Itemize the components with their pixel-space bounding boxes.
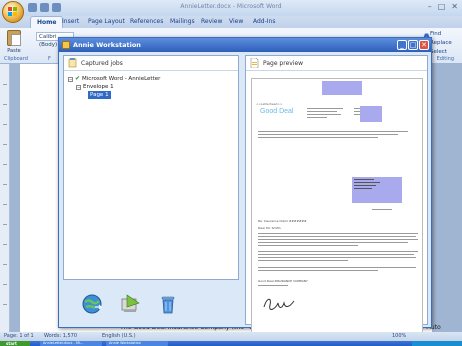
preview-company-logo: Good Deal	[260, 108, 294, 115]
preview-date-line	[372, 209, 402, 212]
system-tray	[412, 341, 462, 346]
minimize-icon[interactable]: –	[428, 2, 432, 11]
taskbar-item-word[interactable]: AnnieLetter.docx - Mi...	[40, 341, 102, 346]
editing-group-label: Editing	[436, 56, 454, 62]
taskbar-item-annie[interactable]: Annie Workstation	[106, 341, 168, 346]
zoom-level[interactable]: 100%	[392, 333, 406, 339]
status-bar: Page: 1 of 1 Words: 1,570 English (U.S.)…	[0, 332, 462, 341]
preview-body-para-2	[258, 251, 418, 263]
tab-view[interactable]: View	[229, 18, 243, 25]
action-toolbar	[63, 284, 239, 324]
print-mail-icon[interactable]	[119, 293, 141, 315]
close-icon[interactable]: ✕	[451, 2, 458, 11]
tab-mailings[interactable]: Mailings	[170, 18, 195, 25]
tree-item-envelope[interactable]: − Envelope 1	[68, 83, 160, 91]
tree-item-envelope-label: Envelope 1	[83, 84, 114, 90]
app-icon	[62, 41, 70, 49]
page-preview-image: <<Letterhead>> Good Deal Re: Insurance C…	[251, 78, 423, 333]
maximize-icon[interactable]: □	[438, 2, 446, 11]
preview-recipient-lines	[354, 179, 394, 191]
preview-address-lines	[307, 108, 347, 120]
preview-intro-lines	[258, 131, 408, 140]
captured-jobs-pane: Captured jobs − ✔ Microsoft Word - Annie…	[63, 55, 239, 280]
annie-workstation-dialog: Annie Workstation _ □ ✕ Captured jobs − …	[58, 37, 432, 333]
editing-group: Find Replace Select	[430, 30, 460, 57]
office-button[interactable]	[2, 1, 24, 23]
tree-item-root[interactable]: − ✔ Microsoft Word - AnnieLetter	[68, 75, 160, 83]
trash-icon[interactable]	[157, 293, 179, 315]
preview-purple-stamp	[360, 106, 382, 122]
check-icon: ✔	[75, 75, 81, 82]
window-title: AnnieLetter.docx - Microsoft Word	[180, 3, 282, 10]
globe-send-icon[interactable]	[81, 293, 103, 315]
tree-item-page[interactable]: Page 1	[68, 91, 160, 99]
captured-jobs-header: Captured jobs	[64, 56, 238, 71]
word-count[interactable]: Words: 1,570	[44, 333, 77, 339]
start-button[interactable]: start	[0, 341, 30, 346]
dialog-close-icon[interactable]: ✕	[419, 40, 429, 50]
preview-body-para-3	[258, 267, 418, 273]
font-group-label: F	[48, 56, 51, 62]
office-logo-icon	[8, 7, 17, 16]
page-count[interactable]: Page: 1 of 1	[4, 333, 34, 339]
captured-jobs-icon	[68, 58, 77, 68]
collapse-icon[interactable]: −	[76, 84, 81, 90]
tab-review[interactable]: Review	[201, 18, 222, 25]
preview-body-para-1	[258, 233, 418, 248]
window-controls: – □ ✕	[428, 2, 458, 11]
paste-button[interactable]: Paste	[4, 30, 24, 58]
word-title-bar: AnnieLetter.docx - Microsoft Word – □ ✕	[0, 0, 462, 16]
preview-re-line: Re: Insurance Claim #######	[258, 219, 307, 223]
tree-item-root-label: Microsoft Word - AnnieLetter	[82, 76, 161, 82]
job-tree: − ✔ Microsoft Word - AnnieLetter − Envel…	[68, 75, 160, 99]
dialog-title: Annie Workstation	[73, 41, 141, 49]
tab-page-layout[interactable]: Page Layout	[88, 18, 125, 25]
tab-insert[interactable]: Insert	[62, 18, 79, 25]
replace-button[interactable]: Replace	[430, 39, 460, 48]
tree-item-page-label: Page 1	[88, 91, 111, 99]
find-button[interactable]: Find	[430, 30, 460, 39]
captured-jobs-label: Captured jobs	[81, 59, 123, 67]
language[interactable]: English (U.S.)	[102, 333, 136, 339]
dialog-minimize-icon[interactable]: _	[397, 40, 407, 50]
preview-closing-line	[258, 285, 298, 288]
paste-label: Paste	[7, 48, 21, 54]
clipboard-group-label: Clipboard	[4, 56, 28, 62]
dialog-window-controls: _ □ ✕	[397, 40, 429, 50]
preview-salutation: Dear Mr. Smith:	[258, 226, 282, 230]
dialog-maximize-icon[interactable]: □	[408, 40, 418, 50]
windows-taskbar: start AnnieLetter.docx - Mi... Annie Wor…	[0, 341, 462, 346]
ribbon-tabs: Home Insert Page Layout References Maili…	[0, 16, 462, 29]
tab-add-ins[interactable]: Add-Ins	[253, 18, 275, 25]
page-preview-icon	[250, 58, 259, 68]
tab-references[interactable]: References	[130, 18, 163, 25]
vertical-ruler	[0, 64, 10, 332]
clipboard-icon	[7, 30, 21, 46]
signature-image	[263, 298, 295, 310]
collapse-icon[interactable]: −	[68, 76, 73, 82]
dialog-title-bar[interactable]: Annie Workstation _ □ ✕	[59, 38, 431, 52]
preview-closing: Good Deal INSURANCE COMPANY	[258, 279, 308, 283]
page-preview-header: Page preview	[246, 56, 427, 71]
page-preview-label: Page preview	[263, 59, 304, 67]
preview-header-tag: <<Letterhead>>	[256, 102, 283, 106]
preview-logo-block	[322, 81, 362, 95]
